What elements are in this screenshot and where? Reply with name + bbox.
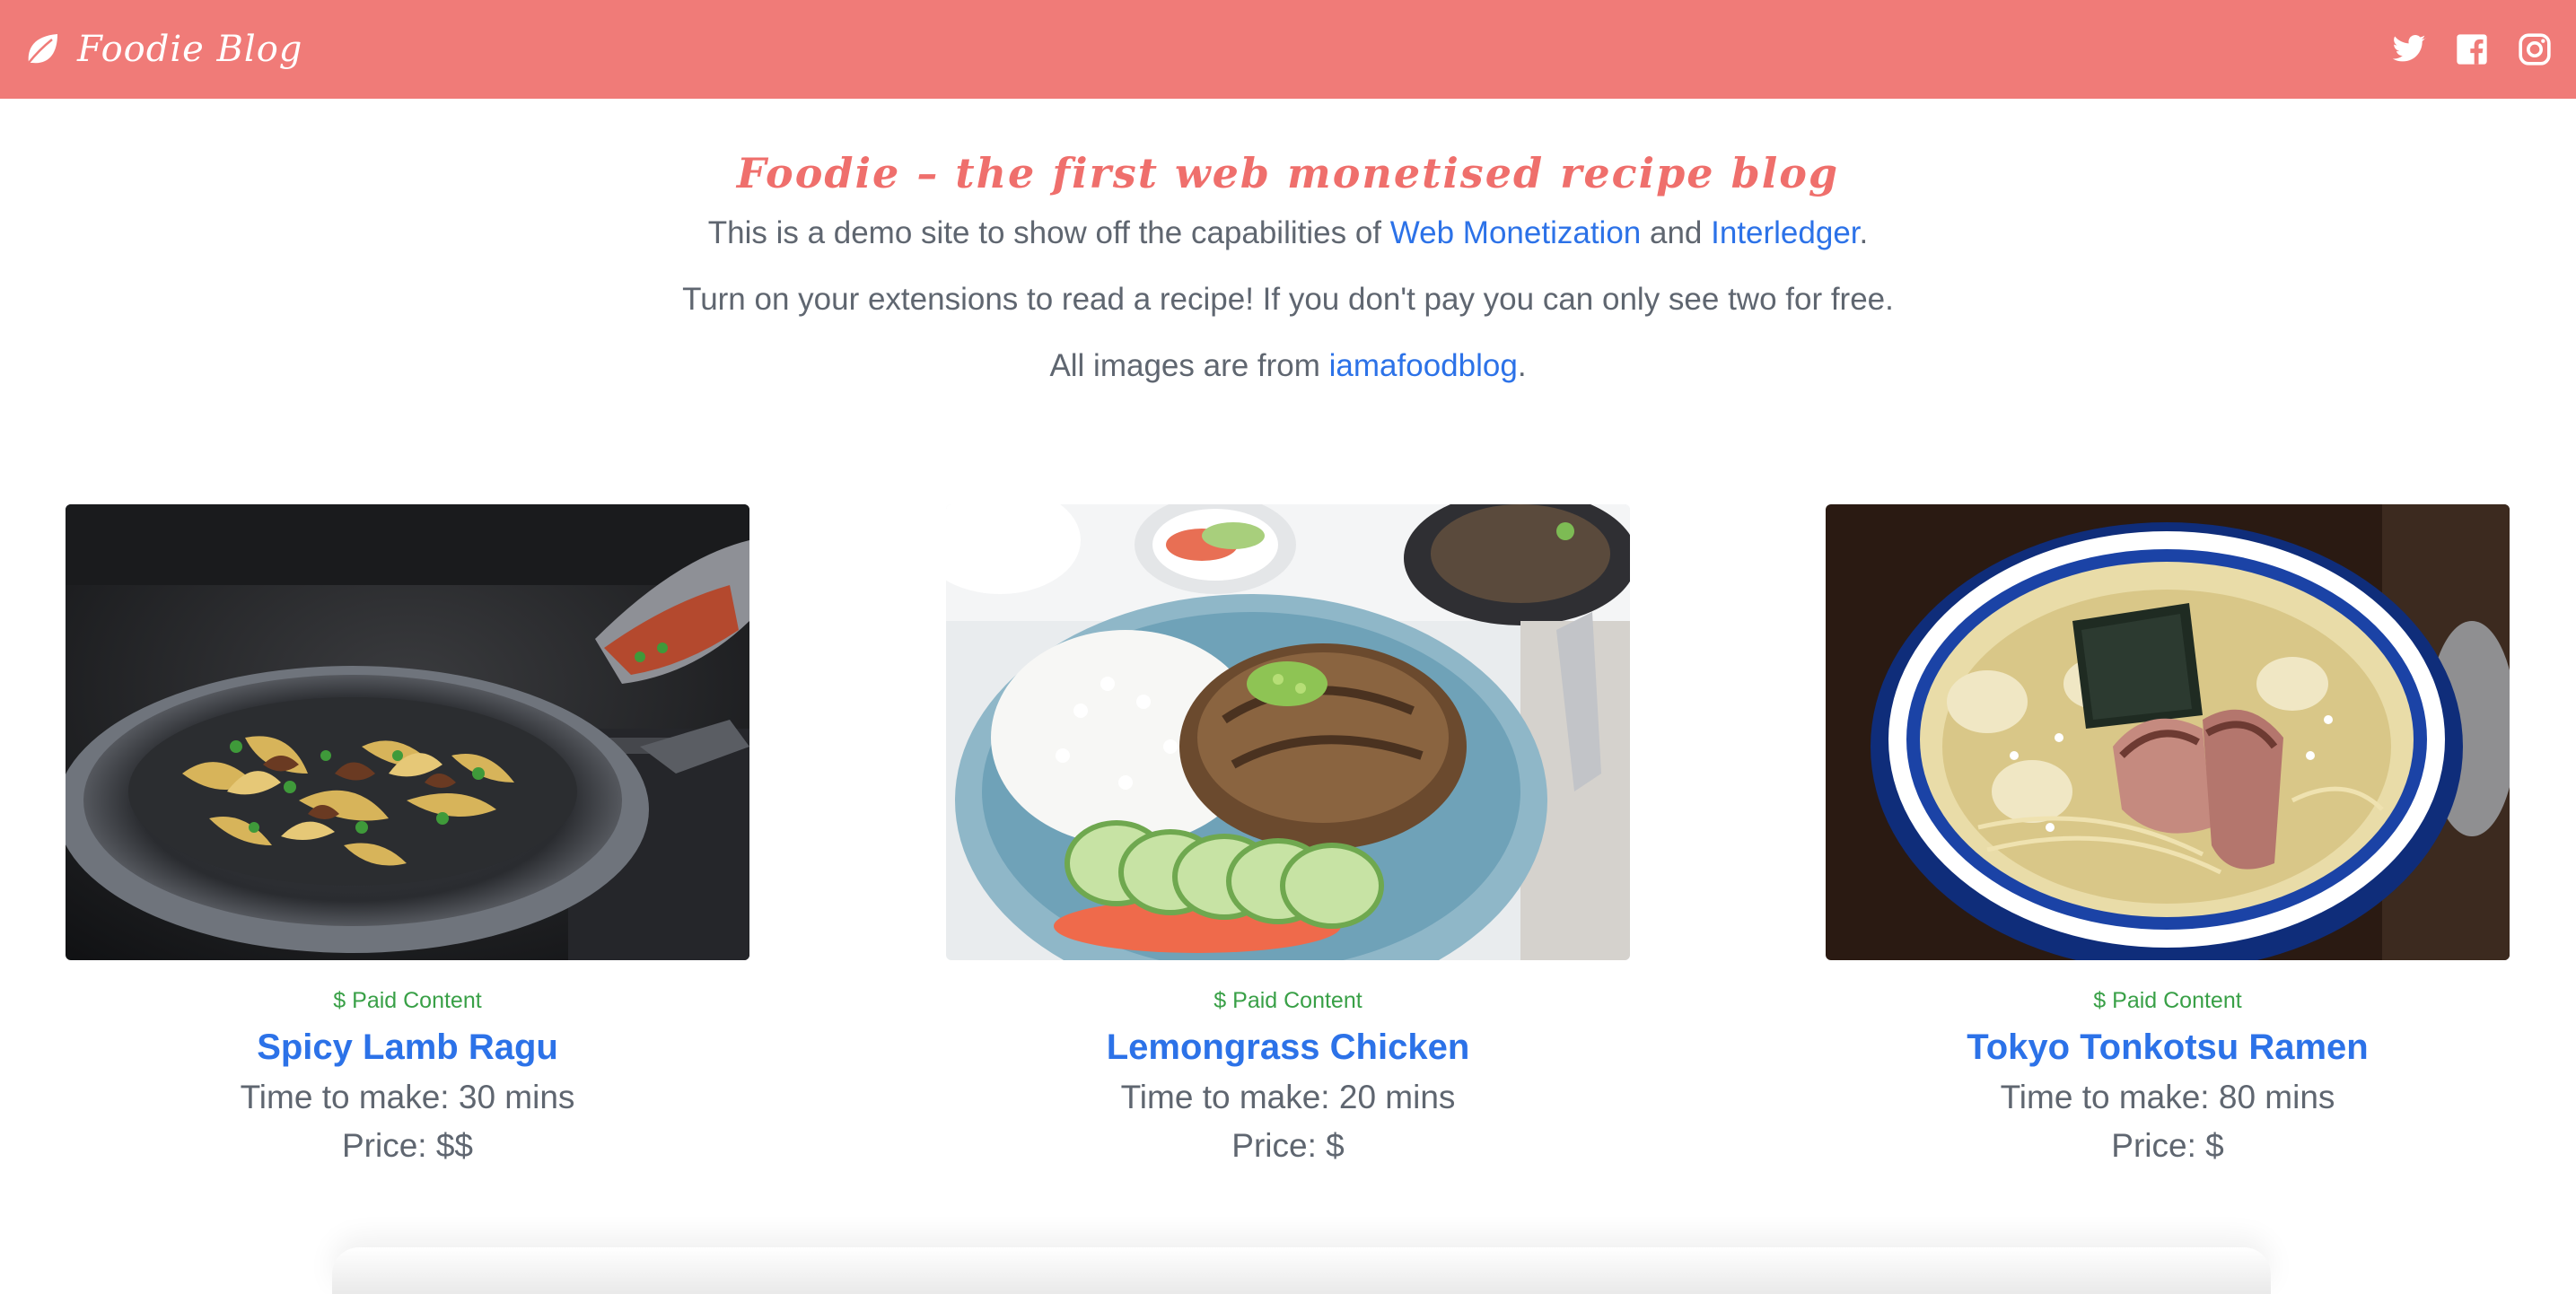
facebook-icon[interactable]	[2454, 31, 2490, 67]
paid-content-badge: $ Paid Content	[1214, 988, 1362, 1013]
leaf-icon	[28, 34, 57, 64]
recipe-card: $ Paid Content Spicy Lamb Ragu Time to m…	[66, 504, 749, 1170]
top-navbar: Foodie Blog	[0, 0, 2576, 99]
recipe-time: Time to make: 80 mins	[2000, 1079, 2335, 1115]
recipe-image-lemongrass-chicken[interactable]	[946, 504, 1630, 960]
brand-link[interactable]: Foodie Blog	[23, 29, 302, 70]
intro-text: .	[1859, 215, 1869, 250]
paid-content-badge: $ Paid Content	[2093, 988, 2242, 1013]
recipe-title-link[interactable]: Lemongrass Chicken	[946, 1027, 1630, 1068]
recipe-price: Price: $	[1231, 1127, 1345, 1164]
intro-line-extensions: Turn on your extensions to read a recipe…	[682, 282, 1894, 317]
intro-text: This is a demo site to show off the capa…	[707, 215, 1390, 250]
social-links	[2391, 31, 2553, 67]
recipe-time: Time to make: 30 mins	[240, 1079, 575, 1115]
recipe-image-tonkotsu-ramen[interactable]	[1826, 504, 2510, 960]
interledger-link[interactable]: Interledger	[1711, 215, 1859, 250]
recipe-image-lamb-ragu[interactable]	[66, 504, 749, 960]
intro-text: and	[1641, 215, 1712, 250]
intro-text: All images are from	[1049, 348, 1329, 383]
recipe-card: $ Paid Content Tokyo Tonkotsu Ramen Time…	[1826, 504, 2510, 1170]
twitter-icon[interactable]	[2391, 31, 2427, 67]
recipe-price: Price: $	[2111, 1127, 2224, 1164]
paid-content-badge: $ Paid Content	[333, 988, 482, 1013]
bottom-fade-overlay	[332, 1247, 2271, 1294]
recipe-title-link[interactable]: Spicy Lamb Ragu	[66, 1027, 749, 1068]
intro-line-images: All images are from iamafoodblog.	[0, 348, 2576, 384]
intro-text: .	[1517, 348, 1527, 383]
intro-section: Foodie – the first web monetised recipe …	[0, 144, 2576, 384]
instagram-icon[interactable]	[2517, 31, 2553, 67]
page-title: Foodie – the first web monetised recipe …	[736, 149, 1840, 197]
recipe-price: Price: $$	[341, 1127, 473, 1164]
recipe-card: $ Paid Content Lemongrass Chicken Time t…	[946, 504, 1630, 1170]
recipe-title-link[interactable]: Tokyo Tonkotsu Ramen	[1826, 1027, 2510, 1068]
brand-name: Foodie Blog	[77, 29, 303, 70]
iamafoodblog-link[interactable]: iamafoodblog	[1329, 348, 1518, 383]
intro-line-monetization: This is a demo site to show off the capa…	[0, 215, 2576, 251]
recipe-time: Time to make: 20 mins	[1120, 1079, 1456, 1115]
web-monetization-link[interactable]: Web Monetization	[1390, 215, 1642, 250]
